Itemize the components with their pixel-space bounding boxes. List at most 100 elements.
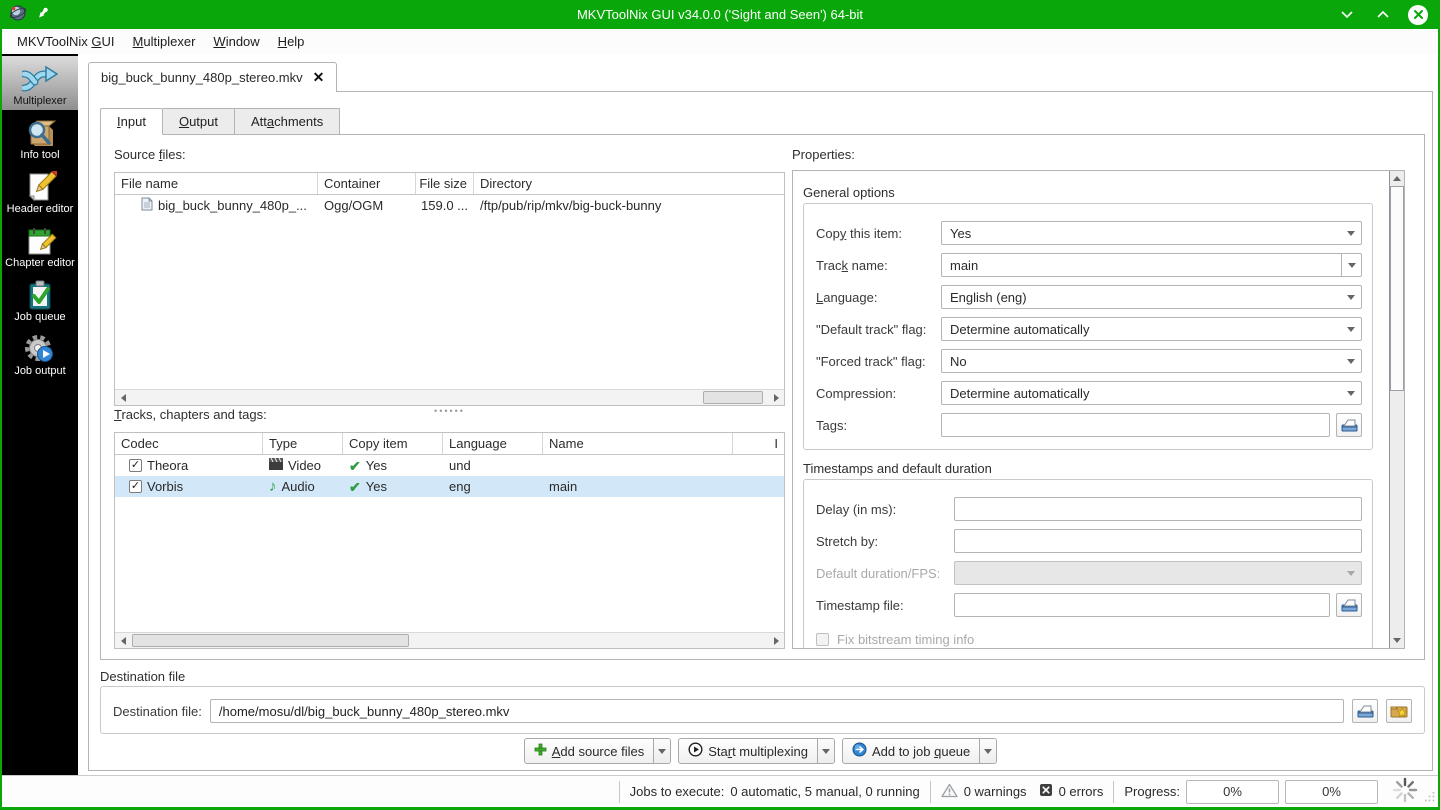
forced-track-flag-combo[interactable]: No [941,349,1362,373]
source-files-hscrollbar[interactable] [115,389,784,405]
menu-mkvtoolnix-gui[interactable]: MKVToolNix GUI [8,31,124,52]
tracks-label: Tracks, chapters and tags: [114,407,267,422]
scroll-up-icon[interactable] [1390,171,1404,186]
track-row-vorbis[interactable]: ✓ Vorbis ♪ Audio ✔ Yes eng main [115,476,784,497]
app-logo-icon [9,4,27,25]
stretch-by-input[interactable] [954,529,1362,553]
favorite-folder-button[interactable] [1386,699,1412,723]
col-codec: Codec [115,433,263,454]
default-duration-combo [954,561,1362,585]
default-track-flag-combo[interactable]: Determine automatically [941,317,1362,341]
scroll-left-icon[interactable] [115,390,131,405]
source-files-header: File name Container File size Directory [115,173,784,195]
tags-label: Tags: [816,417,848,433]
track-type: Video [288,458,322,473]
sidebar-item-chapter-editor[interactable]: Chapter editor [2,218,78,272]
multiplexer-pane: Input Output Att a chments Source files: F… [88,91,1433,771]
copy-this-item-combo[interactable]: Yes [941,221,1362,245]
window-title: MKVToolNix GUI v34.0.0 ('Sight and Seen'… [576,7,864,22]
error-icon [1039,783,1053,800]
fix-bitstream-label: Fix bitstream timing info [837,631,975,647]
file-icon [141,197,153,214]
delay-label: Delay (in ms): [816,501,897,517]
source-file-row[interactable]: big_buck_bunny_480p_... Ogg/OGM 159.0 ..… [115,195,784,216]
sidebar-item-header-editor[interactable]: Header editor [2,164,78,218]
timestamp-file-label: Timestamp file: [816,597,904,613]
check-icon: ✔ [349,458,361,473]
scroll-left-icon[interactable] [115,633,131,648]
scroll-right-icon[interactable] [768,633,784,648]
menu-help[interactable]: Help [269,31,314,52]
add-to-job-queue-button[interactable]: Add to job queue [841,738,998,764]
source-files-table: File name Container File size Directory [114,172,785,406]
scroll-thumb[interactable] [132,634,409,647]
track-name-combo[interactable]: main [941,253,1362,277]
scroll-right-icon[interactable] [768,390,784,405]
add-source-files-button[interactable]: Add source files [523,738,672,764]
scroll-thumb[interactable] [1390,186,1404,391]
check-icon: ✔ [349,479,361,494]
browse-icon [1341,419,1357,432]
resize-grip[interactable] [1422,788,1438,807]
chevron-down-icon[interactable] [979,739,997,763]
scroll-down-icon[interactable] [1390,633,1404,648]
sidebar-item-label: Job output [14,365,66,377]
start-multiplexing-button[interactable]: Start multiplexing [678,738,835,764]
sidebar-item-info-tool[interactable]: Info tool [2,110,78,164]
audio-icon: ♪ [269,479,277,494]
sidebar-item-label: Multiplexer [13,95,67,107]
app-window: MKVToolNix GUI v34.0.0 ('Sight and Seen'… [0,0,1440,810]
delay-input[interactable] [954,497,1362,521]
destination-file-label: Destination file: [113,703,202,719]
sidebar-item-label: Header editor [6,203,74,215]
tab-input[interactable]: Input [100,108,163,135]
menu-multiplexer[interactable]: Multiplexer [124,31,205,52]
chevron-down-icon [1341,390,1361,396]
minimize-icon[interactable] [1336,4,1358,26]
track-checkbox[interactable]: ✓ [129,480,142,493]
browse-tags-button[interactable] [1336,413,1362,437]
chevron-down-icon [1341,570,1361,576]
sidebar-item-multiplexer[interactable]: Multiplexer [2,56,78,110]
progress-bar-total: 0% [1285,779,1378,804]
chevron-down-icon[interactable] [816,739,834,763]
chevron-down-icon [1341,230,1361,236]
destination-file-input[interactable] [209,699,1344,723]
scroll-thumb[interactable] [703,391,763,404]
menu-window[interactable]: Window [204,31,268,52]
timestamp-file-input[interactable] [954,593,1330,617]
compression-combo[interactable]: Determine automatically [941,381,1362,405]
default-duration-label: Default duration/FPS: [816,565,941,581]
tab-output[interactable]: Output [162,108,235,135]
sidebar-item-label: Info tool [20,149,60,161]
tracks-hscrollbar[interactable] [115,632,784,648]
properties-panel: General options Copy this item: Yes Trac… [792,170,1405,649]
sidebar-item-job-output[interactable]: Job output [2,326,78,380]
col-language: Language [443,433,543,454]
blue-arrow-icon [852,742,867,760]
col-file-size: File size [416,173,474,194]
play-icon [688,742,703,760]
tab-attachments[interactable]: Att a chments [234,108,341,135]
warnings-errors-status: 0 warnings 0 errors [931,776,1114,807]
warnings-count: 0 warnings [963,784,1027,799]
chapter-editor-icon [23,225,57,257]
close-icon[interactable] [1408,4,1428,25]
properties-vscrollbar[interactable] [1389,171,1404,648]
track-row-theora[interactable]: ✓ Theora Video ✔ Yes und [115,455,784,476]
tab-close-icon[interactable]: ✕ [313,69,325,86]
sidebar-item-job-queue[interactable]: Job queue [2,272,78,326]
chevron-down-icon[interactable] [653,739,671,763]
file-tab[interactable]: big_buck_bunny_480p_stereo.mkv ✕ [88,62,338,92]
track-checkbox[interactable]: ✓ [129,459,142,472]
browse-timestamp-button[interactable] [1336,593,1362,617]
browse-destination-button[interactable] [1352,699,1378,723]
maximize-icon[interactable] [1372,4,1394,26]
errors-count: 0 errors [1058,784,1104,799]
tags-input[interactable] [941,413,1330,437]
pin-icon[interactable] [36,6,50,23]
main-content: big_buck_bunny_480p_stereo.mkv ✕ Input O… [78,54,1438,775]
language-combo[interactable]: English (eng) [941,285,1362,309]
chevron-down-icon [1341,294,1361,300]
chevron-down-icon[interactable] [1341,254,1361,276]
